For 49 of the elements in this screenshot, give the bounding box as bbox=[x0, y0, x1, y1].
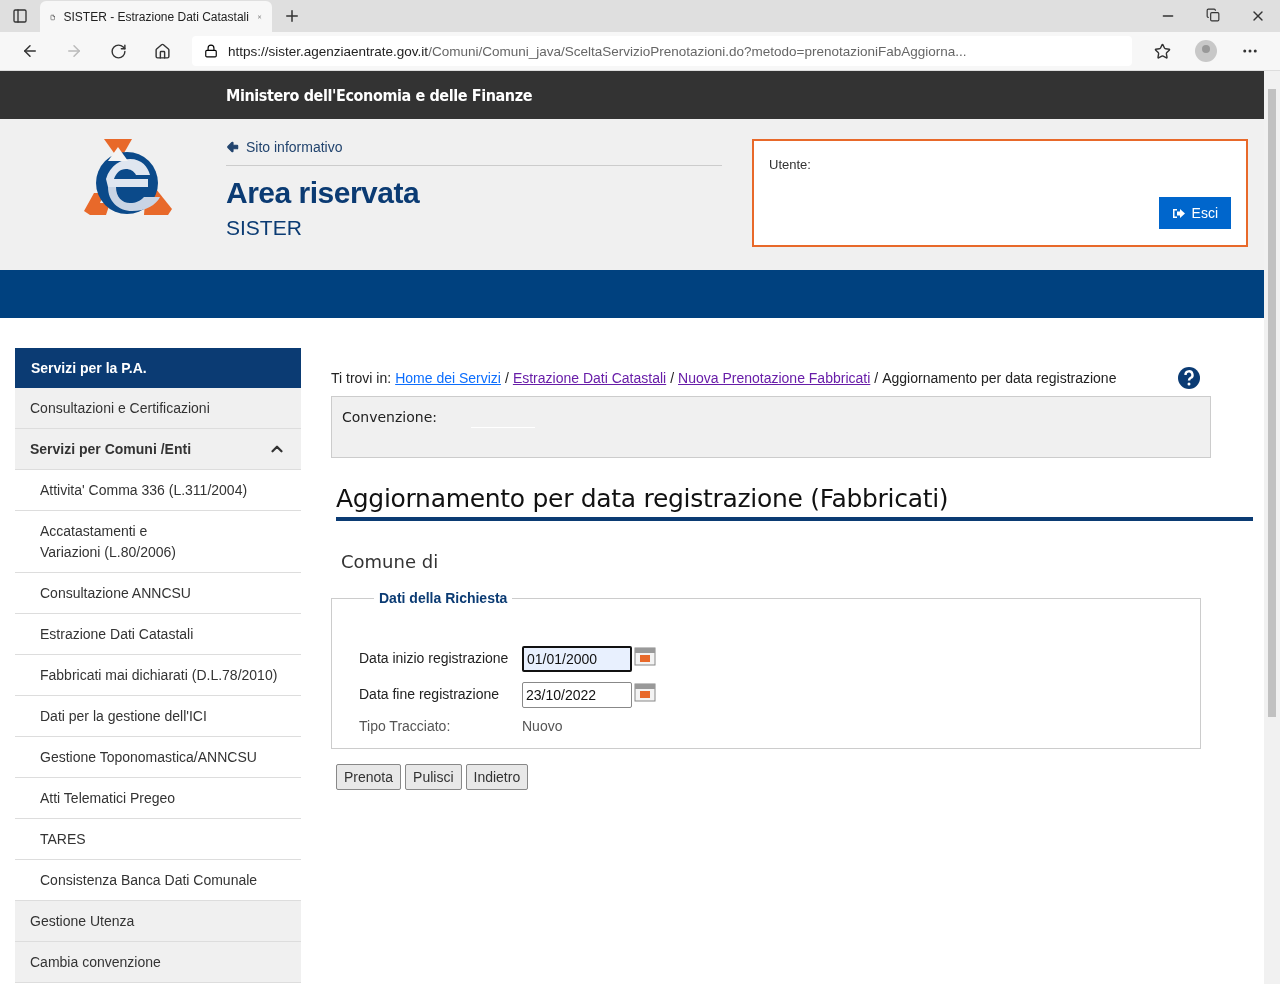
help-icon[interactable] bbox=[1177, 366, 1201, 390]
scrollbar[interactable] bbox=[1264, 71, 1280, 984]
comune-label: Comune di bbox=[341, 551, 440, 572]
back-icon[interactable] bbox=[21, 42, 39, 60]
sidebar-heading: Servizi per la P.A. bbox=[15, 348, 301, 388]
logout-icon bbox=[1171, 207, 1185, 219]
back-link[interactable]: Sito informativo bbox=[226, 139, 722, 166]
field-label: Data inizio registrazione bbox=[359, 649, 510, 666]
sidebar-item[interactable]: Cambia convenzione bbox=[15, 942, 301, 983]
area-title: Area riservata bbox=[226, 176, 421, 210]
breadcrumb-separator: / bbox=[874, 370, 879, 386]
field-label: Tipo Tracciato: bbox=[359, 718, 452, 734]
tab-actions-icon[interactable] bbox=[12, 8, 28, 24]
new-tab-icon[interactable] bbox=[283, 7, 301, 25]
arrow-left-icon bbox=[226, 140, 240, 154]
user-label: Utente: bbox=[769, 157, 812, 172]
breadcrumb-link[interactable]: Estrazione Dati Catastali bbox=[512, 370, 667, 386]
form-button[interactable]: Indietro bbox=[465, 764, 529, 790]
restore-icon[interactable] bbox=[1206, 8, 1220, 22]
convention-label: Convenzione: bbox=[342, 409, 437, 427]
page-title: Aggiornamento per data registrazione (Fabbricati) bbox=[336, 484, 1253, 521]
fieldset-legend: Dati della Richiesta bbox=[374, 590, 513, 606]
breadcrumb-prefix: Ti trovi in: bbox=[331, 370, 392, 386]
calendar-icon[interactable] bbox=[634, 682, 656, 702]
home-icon[interactable] bbox=[153, 42, 171, 60]
breadcrumb-link[interactable]: Nuova Prenotazione Fabbricati bbox=[678, 370, 871, 386]
profile-icon[interactable] bbox=[1195, 40, 1217, 62]
breadcrumb-current: Aggiornamento per data registrazione bbox=[882, 370, 1117, 386]
breadcrumb-link[interactable]: Home dei Servizi bbox=[395, 370, 501, 386]
breadcrumb-separator: / bbox=[670, 370, 675, 386]
calendar-icon[interactable] bbox=[634, 646, 656, 666]
sidebar-item[interactable]: Servizi per Comuni /Enti bbox=[15, 429, 301, 470]
address-bar[interactable]: https://sister.agenziaentrate.gov.it/Comuni/Comuni_java/SceltaServizioPrenotazioni.do?metodo=prenotazioniFabAggiorna... bbox=[192, 36, 1132, 66]
form-button[interactable]: Pulisci bbox=[405, 764, 462, 790]
favorite-icon[interactable] bbox=[1153, 42, 1171, 60]
logout-button[interactable]: Esci bbox=[1158, 197, 1231, 229]
field-value: Nuovo bbox=[522, 718, 564, 734]
date-field[interactable]: 23/10/2022 bbox=[522, 682, 632, 708]
breadcrumb-separator: / bbox=[505, 370, 509, 386]
reload-icon[interactable] bbox=[109, 42, 127, 60]
browser-tab[interactable]: SISTER - Estrazione Dati Catastali bbox=[40, 1, 272, 33]
field-label: Data fine registrazione bbox=[359, 685, 501, 702]
sidebar-item[interactable]: Gestione Utenza bbox=[15, 901, 301, 942]
form-button[interactable]: Prenota bbox=[336, 764, 402, 790]
sidebar-item[interactable]: Consultazioni e Certificazioni bbox=[15, 388, 301, 429]
lock-icon bbox=[204, 44, 218, 58]
ministry-title: Ministero dell'Economia e delle Finanze bbox=[226, 85, 533, 105]
area-subtitle: SISTER bbox=[226, 216, 303, 240]
date-field[interactable]: 01/01/2000 bbox=[522, 646, 632, 672]
